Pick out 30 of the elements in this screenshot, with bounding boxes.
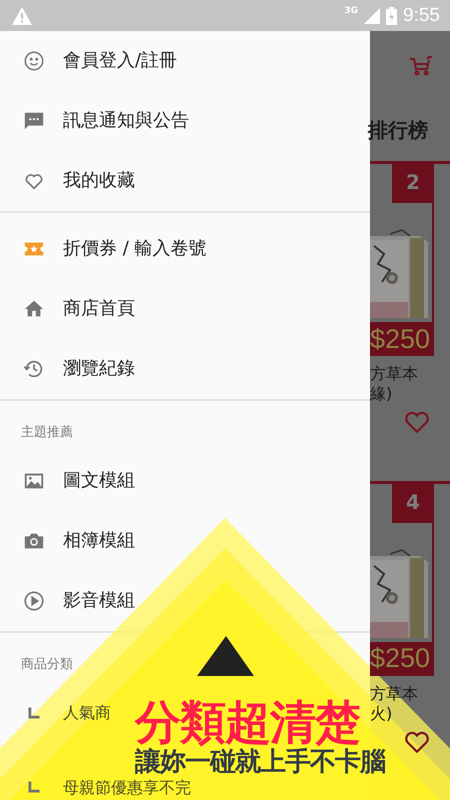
promo-subline: 讓妳一碰就上手不卡腦 [135,748,385,776]
signal-icon [364,8,380,24]
history-icon [23,358,45,380]
section-header: 商品分類 [20,656,74,674]
drawer-item[interactable]: 折價券 / 輸入卷號 [63,239,207,259]
network-type: 3G [344,6,358,16]
price: $250 [370,322,432,356]
drawer-item[interactable]: 我的收藏 [63,171,135,191]
drawer-item[interactable]: 相簿模組 [63,531,135,551]
drawer-item[interactable]: 圖文模組 [63,471,135,491]
clock: 9:55 [403,4,440,26]
price: $250 [370,642,432,676]
heart-icon[interactable] [404,730,430,754]
smiley-icon [23,50,45,72]
drawer-item[interactable]: 瀏覽紀錄 [63,359,135,379]
play-icon [23,590,45,612]
promo-headline: 分類超清楚 [135,696,360,748]
warning-icon [12,6,32,24]
drawer-item[interactable]: 影音模組 [63,591,135,611]
section-header: 主題推薦 [20,424,74,442]
battery-icon [386,6,398,24]
rank-badge: 2 [392,161,434,204]
cart-icon[interactable] [410,56,432,76]
drawer-item[interactable]: 會員登入/註冊 [63,51,178,71]
drawer-item[interactable]: 人氣商 [63,703,111,723]
chat-icon [23,110,45,132]
drawer-item[interactable]: 訊息通知與公告 [63,111,189,131]
product-name: 方草本 緣) [370,363,419,404]
drawer-item[interactable]: 母親節優惠享不完 [63,778,191,798]
drawer-item[interactable]: 商店首頁 [63,299,135,319]
